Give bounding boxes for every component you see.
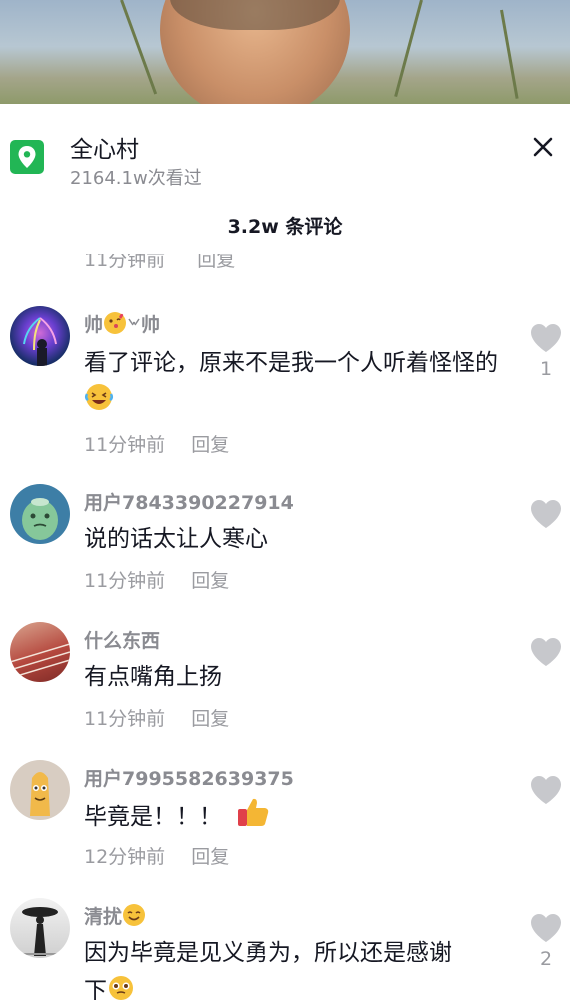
- comment-text: 说的话太让人寒心: [84, 526, 268, 552]
- comment-item: 用户7995582639375 毕竟是！！！ 12分钟前 回复: [0, 760, 570, 870]
- video-plant: [500, 9, 519, 99]
- like-count: 1: [539, 358, 553, 380]
- location-pin-icon: [10, 140, 44, 174]
- comment-username[interactable]: 清扰: [84, 902, 146, 932]
- comment-count: 3.2w 条评论: [227, 216, 343, 238]
- comment-item: 用户7843390227914 说的话太让人寒心 11分钟前 回复: [0, 484, 570, 594]
- reply-button[interactable]: 回复: [191, 708, 229, 730]
- comment-meta: 11分钟前 回复: [84, 704, 229, 731]
- username-part: 清扰: [84, 906, 123, 928]
- heart-icon[interactable]: [528, 634, 564, 670]
- reply-button[interactable]: 回复: [191, 570, 229, 592]
- comment-text: 有点嘴角上扬: [84, 664, 222, 690]
- username-part: 帅: [141, 314, 161, 336]
- comment-meta: 11分钟前 回复: [84, 566, 229, 593]
- heart-icon[interactable]: [528, 772, 564, 808]
- comment-item: 帅帅 看了评论，原来不是我一个人听着怪怪的 11分钟前 回复 1: [0, 306, 570, 456]
- avatar[interactable]: [10, 622, 70, 682]
- video-background: [0, 0, 570, 104]
- close-button[interactable]: [526, 130, 560, 164]
- comment-text-content: 毕竟是！！！: [84, 804, 222, 830]
- avatar[interactable]: [10, 484, 70, 544]
- comment-username[interactable]: 用户7843390227914: [84, 488, 294, 515]
- location-title: 全心村: [70, 137, 139, 163]
- comment-username[interactable]: 帅帅: [84, 310, 160, 340]
- comments-panel: 全心村 2164.1w次看过 3.2w 条评论 11分钟前 回复 帅帅 看了评论…: [0, 104, 570, 1000]
- heart-icon[interactable]: [528, 496, 564, 532]
- location-header[interactable]: 全心村 2164.1w次看过: [0, 104, 570, 204]
- reply-button[interactable]: 回复: [197, 254, 235, 271]
- kiss-emoji-icon: [103, 311, 127, 340]
- close-icon: [533, 137, 553, 157]
- avatar[interactable]: [10, 306, 70, 366]
- pleading-emoji-icon: [107, 974, 135, 1000]
- thumbs-up-emoji-icon: [236, 796, 270, 840]
- avatar[interactable]: [10, 760, 70, 820]
- video-plant: [120, 0, 158, 95]
- comment-item: 清扰 因为毕竟是见义勇为，所以还是感谢 下 2: [0, 898, 570, 1000]
- comment-text-content: 看了评论，原来不是我一个人听着怪怪的: [84, 350, 498, 376]
- previous-comment-meta: 11分钟前 回复: [84, 254, 235, 274]
- video-plant: [394, 0, 423, 97]
- avatar[interactable]: [10, 898, 70, 958]
- laugh-emoji-icon: [84, 382, 114, 424]
- reply-button[interactable]: 回复: [191, 846, 229, 868]
- comment-time: 12分钟前: [84, 846, 166, 868]
- heart-icon[interactable]: [528, 320, 564, 356]
- comment-time: 11分钟前: [84, 434, 166, 456]
- comment-text: 看了评论，原来不是我一个人听着怪怪的: [84, 344, 504, 424]
- comment-time: 11分钟前: [84, 254, 166, 271]
- heart-icon[interactable]: [528, 910, 564, 946]
- username-part: 帅: [84, 314, 104, 336]
- comment-meta: 12分钟前 回复: [84, 842, 229, 869]
- comment-text-content: 因为毕竟是见义勇为，所以还是感谢: [84, 940, 452, 966]
- comment-time: 11分钟前: [84, 708, 166, 730]
- comment-text: 因为毕竟是见义勇为，所以还是感谢 下: [84, 934, 524, 1000]
- comment-meta: 11分钟前 回复: [84, 430, 229, 457]
- comment-text-content: 下: [84, 978, 107, 1000]
- comment-time: 11分钟前: [84, 570, 166, 592]
- smile-emoji-icon: [122, 903, 146, 932]
- like-count: 2: [539, 948, 553, 970]
- comment-username[interactable]: 用户7995582639375: [84, 764, 294, 791]
- comment-username[interactable]: 什么东西: [84, 626, 160, 653]
- reply-button[interactable]: 回复: [191, 434, 229, 456]
- sparkle-icon: [127, 317, 141, 340]
- comment-text: 毕竟是！！！: [84, 796, 504, 840]
- location-view-count: 2164.1w次看过: [70, 168, 202, 189]
- comment-item: 什么东西 有点嘴角上扬 11分钟前 回复: [0, 622, 570, 732]
